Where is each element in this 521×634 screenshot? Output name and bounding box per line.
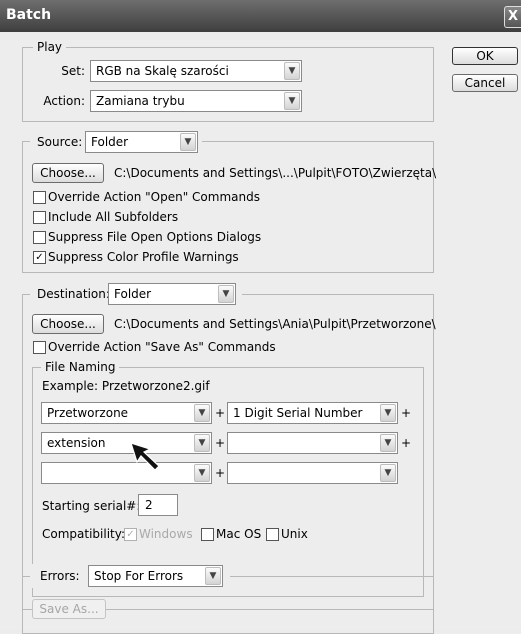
destination-path: C:\Documents and Settings\Ania\Pulpit\Pr… <box>114 317 436 331</box>
plus-sign: + <box>215 406 226 420</box>
chevron-down-icon: ▼ <box>194 404 210 422</box>
compat-macos-label: Mac OS <box>216 527 262 541</box>
dialog-client: OK Cancel Play Set: RGB na Skalę szarośc… <box>0 32 521 634</box>
title-bar: Batch X <box>0 0 521 32</box>
close-icon[interactable]: X <box>504 6 521 28</box>
action-select[interactable]: Zamiana trybu ▼ <box>90 90 302 112</box>
serial-label: Starting serial#: <box>42 499 141 513</box>
suppress-color-profile-label: Suppress Color Profile Warnings <box>48 250 239 264</box>
include-subfolders-checkbox[interactable] <box>33 211 46 224</box>
plus-sign: + <box>215 466 226 480</box>
compat-windows-label: Windows <box>139 527 193 541</box>
save-as-button: Save As... <box>32 599 106 619</box>
destination-value: Folder <box>114 287 152 301</box>
naming-field-2[interactable]: 1 Digit Serial Number ▼ <box>227 402 398 424</box>
destination-label: Destination: <box>37 287 110 301</box>
compat-unix-label: Unix <box>281 527 308 541</box>
play-legend: Play <box>33 39 67 55</box>
check-icon: ✓ <box>126 529 135 540</box>
naming-field-3[interactable]: extension ▼ <box>41 432 212 454</box>
ok-button[interactable]: OK <box>452 47 518 65</box>
file-naming-example: Example: Przetworzone2.gif <box>42 379 210 393</box>
errors-value: Stop For Errors <box>94 569 184 583</box>
naming-field-1[interactable]: Przetworzone ▼ <box>41 402 212 424</box>
include-subfolders-label: Include All Subfolders <box>48 210 179 224</box>
chevron-down-icon: ▼ <box>284 62 300 80</box>
file-naming-legend: File Naming <box>41 359 120 375</box>
plus-sign: + <box>215 436 226 450</box>
action-label: Action: <box>43 94 85 108</box>
destination-select[interactable]: Folder ▼ <box>108 283 236 305</box>
suppress-open-options-checkbox[interactable] <box>33 231 46 244</box>
suppress-color-profile-checkbox[interactable]: ✓ <box>33 251 46 264</box>
override-save-as-label: Override Action "Save As" Commands <box>48 340 276 354</box>
compat-unix-checkbox[interactable] <box>266 528 279 541</box>
compatibility-label: Compatibility: <box>42 527 126 541</box>
chevron-down-icon: ▼ <box>284 92 300 110</box>
chevron-down-icon: ▼ <box>205 567 221 585</box>
override-open-label: Override Action "Open" Commands <box>48 190 260 204</box>
chevron-down-icon: ▼ <box>380 464 396 482</box>
errors-label: Errors: <box>40 569 80 583</box>
suppress-open-options-label: Suppress File Open Options Dialogs <box>48 230 262 244</box>
source-label: Source: <box>37 135 83 149</box>
naming-field-1-value: Przetworzone <box>47 406 129 420</box>
chevron-down-icon: ▼ <box>380 404 396 422</box>
override-save-as-checkbox[interactable] <box>33 341 46 354</box>
chevron-down-icon: ▼ <box>380 434 396 452</box>
destination-choose-button[interactable]: Choose... <box>32 314 104 334</box>
plus-sign: + <box>401 436 412 450</box>
plus-sign: + <box>401 406 412 420</box>
serial-input[interactable]: 2 <box>138 494 178 516</box>
chevron-down-icon: ▼ <box>180 133 196 151</box>
source-choose-button[interactable]: Choose... <box>32 163 104 183</box>
action-value: Zamiana trybu <box>96 94 185 108</box>
source-select[interactable]: Folder ▼ <box>85 131 198 153</box>
override-open-checkbox[interactable] <box>33 191 46 204</box>
errors-select[interactable]: Stop For Errors ▼ <box>88 565 223 587</box>
compat-macos-checkbox[interactable] <box>201 528 214 541</box>
chevron-down-icon: ▼ <box>194 464 210 482</box>
mouse-pointer-icon <box>130 442 160 471</box>
naming-field-3-value: extension <box>47 436 106 450</box>
naming-field-2-value: 1 Digit Serial Number <box>233 406 363 420</box>
chevron-down-icon: ▼ <box>194 434 210 452</box>
naming-field-5[interactable]: ▼ <box>41 462 212 484</box>
naming-field-4[interactable]: ▼ <box>227 432 398 454</box>
chevron-down-icon: ▼ <box>218 285 234 303</box>
set-value: RGB na Skalę szarości <box>96 64 229 78</box>
source-path: C:\Documents and Settings\...\Pulpit\FOT… <box>114 166 437 180</box>
window-title: Batch <box>6 7 52 23</box>
set-label: Set: <box>61 64 85 78</box>
compat-windows-checkbox: ✓ <box>124 528 137 541</box>
cancel-button[interactable]: Cancel <box>452 74 518 92</box>
naming-field-6[interactable]: ▼ <box>227 462 398 484</box>
set-select[interactable]: RGB na Skalę szarości ▼ <box>90 60 302 82</box>
check-icon: ✓ <box>35 252 44 263</box>
source-value: Folder <box>91 135 129 149</box>
